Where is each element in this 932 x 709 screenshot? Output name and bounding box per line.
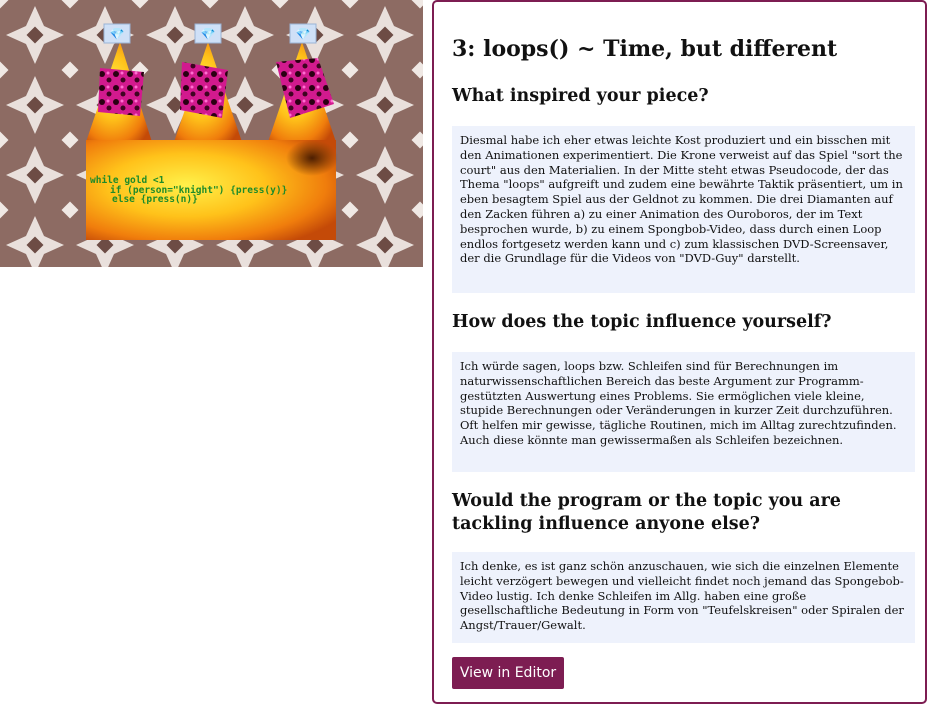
- artwork-canvas: while gold <1 if (person="knight") {pres…: [0, 0, 423, 267]
- question-heading-1: What inspired your piece?: [452, 86, 709, 106]
- info-panel: 3: loops() ~ Time, but different What in…: [432, 0, 927, 704]
- diamond-button-middle[interactable]: 💎: [194, 23, 222, 44]
- diamond-icon: 💎: [110, 27, 125, 41]
- diamond-button-right[interactable]: 💎: [289, 23, 317, 44]
- view-in-editor-button[interactable]: View in Editor: [452, 657, 564, 689]
- page-title: 3: loops() ~ Time, but different: [452, 36, 838, 62]
- answer-box-1: Diesmal habe ich eher etwas leichte Kost…: [452, 126, 915, 293]
- diamond-icon: 💎: [201, 27, 216, 41]
- code-line-3: else {press(n)}: [112, 194, 198, 205]
- answer-box-3: Ich denke, es ist ganz schön anzuschauen…: [452, 552, 915, 643]
- diamond-button-left[interactable]: 💎: [103, 23, 131, 44]
- answer-box-2: Ich würde sagen, loops bzw. Schleifen si…: [452, 352, 915, 472]
- question-heading-3: Would the program or the topic you are t…: [452, 491, 841, 534]
- crown-artwork: while gold <1 if (person="knight") {pres…: [0, 0, 423, 267]
- diamond-icon: 💎: [296, 27, 311, 41]
- question-heading-2: How does the topic influence yourself?: [452, 312, 832, 332]
